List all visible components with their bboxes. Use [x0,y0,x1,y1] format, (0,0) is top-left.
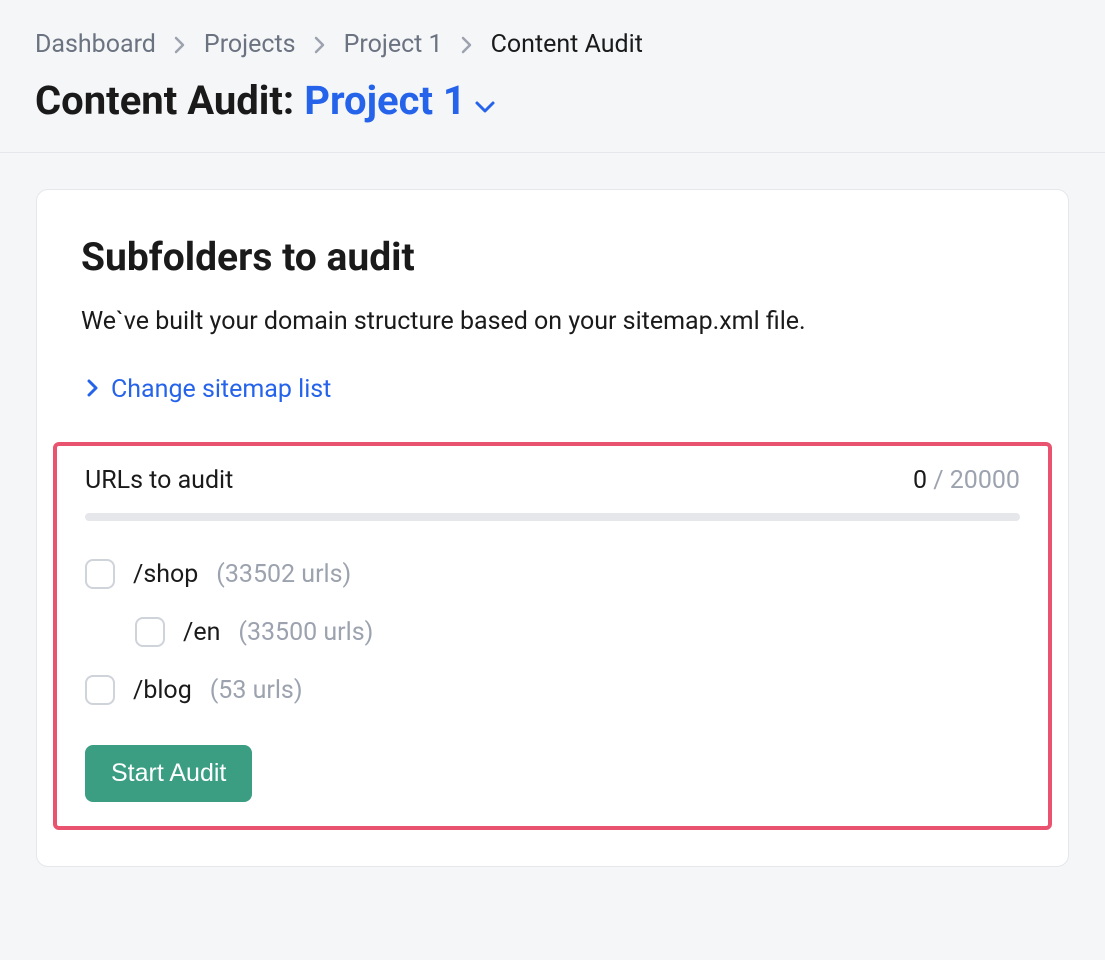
change-sitemap-label: Change sitemap list [111,375,331,404]
urls-to-audit-row: URLs to audit 0 / 20000 [85,466,1020,495]
breadcrumb-projects[interactable]: Projects [204,30,296,59]
subfolders-card: Subfolders to audit We`ve built your dom… [36,189,1069,867]
change-sitemap-link[interactable]: Change sitemap list [81,375,331,404]
start-audit-button[interactable]: Start Audit [85,745,252,802]
urls-total: 20000 [950,466,1020,495]
breadcrumb: Dashboard Projects Project 1 Content Aud… [35,30,1070,59]
chevron-down-icon [474,100,496,114]
chevron-right-icon [87,375,99,404]
urls-count: 0 / 20000 [913,466,1020,495]
folder-row-blog: /blog (53 urls) [85,675,1020,705]
folder-list: /shop (33502 urls) /en (33500 urls) /blo… [85,559,1020,705]
card-title: Subfolders to audit [81,234,1024,280]
breadcrumb-content-audit: Content Audit [491,30,643,59]
checkbox-en[interactable] [135,617,165,647]
folder-path: /blog [133,676,192,705]
highlight-box: URLs to audit 0 / 20000 /shop (33502 url… [53,442,1052,830]
chevron-right-icon [174,36,186,54]
folder-row-en: /en (33500 urls) [85,617,1020,647]
folder-count: (33502 urls) [216,560,351,589]
urls-label: URLs to audit [85,466,233,495]
folder-row-shop: /shop (33502 urls) [85,559,1020,589]
page-title: Content Audit: Project 1 [35,77,1070,124]
checkbox-shop[interactable] [85,559,115,589]
project-selector[interactable]: Project 1 [304,77,496,124]
card-subtitle: We`ve built your domain structure based … [81,304,1024,339]
page-header: Dashboard Projects Project 1 Content Aud… [0,0,1105,153]
breadcrumb-project1[interactable]: Project 1 [344,30,443,59]
project-name: Project 1 [304,77,466,124]
content-area: Subfolders to audit We`ve built your dom… [0,153,1105,903]
page-title-prefix: Content Audit: [35,77,294,124]
chevron-right-icon [314,36,326,54]
folder-count: (33500 urls) [238,618,373,647]
folder-path: /en [183,618,220,647]
folder-path: /shop [133,560,198,589]
checkbox-blog[interactable] [85,675,115,705]
urls-used: 0 [913,466,927,495]
folder-count: (53 urls) [210,676,303,705]
breadcrumb-dashboard[interactable]: Dashboard [35,30,156,59]
chevron-right-icon [461,36,473,54]
urls-sep: / [927,466,950,495]
urls-progress-bar [85,513,1020,521]
